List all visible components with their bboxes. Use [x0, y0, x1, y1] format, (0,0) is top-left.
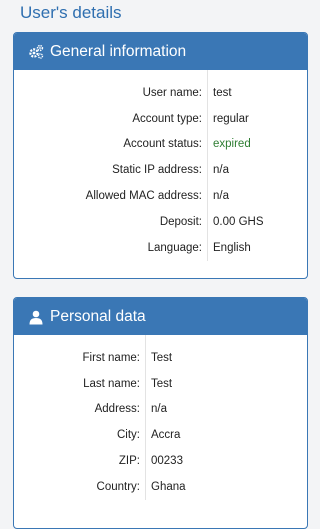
detail-value: 0.00 GHS	[213, 215, 264, 228]
personal-data-panel: Personal data First name: Test Last name: T…	[13, 297, 308, 529]
detail-label: Country:	[96, 480, 140, 493]
general-information-title: General information	[50, 42, 187, 60]
detail-label: Account status:	[123, 138, 202, 151]
general-information-header: General information	[14, 33, 307, 70]
detail-label: Address:	[94, 403, 140, 416]
detail-row: Static IP address: n/a	[14, 157, 307, 183]
column-divider	[207, 70, 208, 261]
detail-value: Test	[151, 351, 173, 364]
detail-value: test	[213, 86, 232, 99]
detail-label: City:	[117, 429, 140, 442]
detail-label: Account type:	[132, 112, 202, 125]
gears-icon	[28, 44, 44, 60]
personal-data-header: Personal data	[14, 298, 307, 335]
detail-label: Allowed MAC address:	[85, 190, 202, 203]
page-title: User's details	[20, 3, 122, 22]
detail-value: Ghana	[151, 480, 186, 493]
status-value: expired	[213, 138, 251, 151]
detail-value: n/a	[213, 164, 229, 177]
detail-value: English	[213, 241, 251, 254]
detail-label: Static IP address:	[112, 164, 202, 177]
detail-label: First name:	[82, 351, 140, 364]
detail-label: Last name:	[83, 377, 140, 390]
detail-row: Last name: Test	[14, 371, 307, 397]
detail-row: First name: Test	[14, 345, 307, 371]
general-information-panel: General information User name: test Accoun…	[13, 32, 308, 279]
detail-row: City: Accra	[14, 422, 307, 448]
detail-label: ZIP:	[118, 455, 140, 468]
detail-label: Language:	[147, 241, 202, 254]
detail-row: Account status: expired	[14, 132, 307, 158]
personal-data-title: Personal data	[50, 307, 146, 325]
detail-row: Deposit: 0.00 GHS	[14, 209, 307, 235]
detail-label: Deposit:	[159, 215, 202, 228]
detail-row: ZIP: 00233	[14, 448, 307, 474]
general-information-list: User name: test Account type: regular Accoun…	[14, 70, 307, 261]
personal-data-list: First name: Test Last name: Test Address: n/a…	[14, 335, 307, 500]
detail-row: Account type: regular	[14, 106, 307, 132]
detail-value: 00233	[151, 455, 183, 468]
column-divider	[145, 335, 146, 500]
detail-value: n/a	[151, 403, 167, 416]
detail-value: n/a	[213, 190, 229, 203]
detail-row: Allowed MAC address: n/a	[14, 183, 307, 209]
detail-value: Test	[151, 377, 173, 390]
detail-row: Language: English	[14, 235, 307, 261]
detail-row: Country: Ghana	[14, 474, 307, 500]
detail-row: User name: test	[14, 80, 307, 106]
detail-value: Accra	[151, 429, 181, 442]
detail-label: User name:	[142, 86, 202, 99]
detail-row: Address: n/a	[14, 397, 307, 423]
user-icon	[28, 309, 44, 325]
detail-value: regular	[213, 112, 249, 125]
